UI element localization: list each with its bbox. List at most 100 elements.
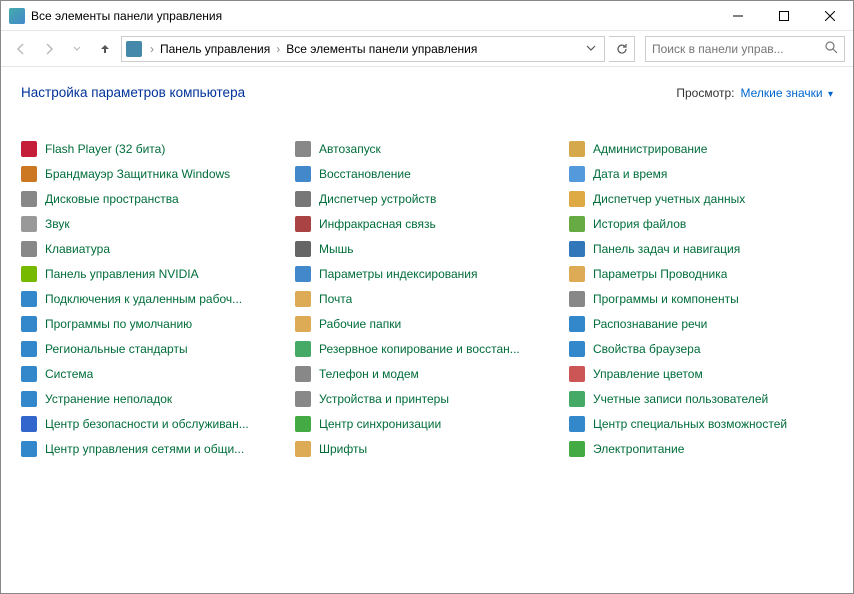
item-label: Центр специальных возможностей — [593, 417, 787, 431]
item-label: Диспетчер устройств — [319, 192, 436, 206]
item-icon — [21, 216, 37, 232]
item-label: Резервное копирование и восстан... — [319, 342, 520, 356]
breadcrumb-1[interactable]: Все элементы панели управления — [284, 42, 479, 56]
control-panel-item[interactable]: Резервное копирование и восстан... — [295, 336, 559, 361]
page-title: Настройка параметров компьютера — [21, 85, 676, 100]
forward-button[interactable] — [37, 37, 61, 61]
item-icon — [569, 391, 585, 407]
item-label: Управление цветом — [593, 367, 703, 381]
search-icon — [825, 41, 838, 57]
item-label: Шрифты — [319, 442, 367, 456]
control-panel-item[interactable]: Панель управления NVIDIA — [21, 261, 285, 286]
item-label: Электропитание — [593, 442, 684, 456]
item-icon — [295, 166, 311, 182]
breadcrumb-sep: › — [146, 42, 158, 56]
control-panel-item[interactable]: Дисковые пространства — [21, 186, 285, 211]
up-button[interactable] — [93, 37, 117, 61]
item-label: Центр управления сетями и общи... — [45, 442, 244, 456]
control-panel-item[interactable]: Flash Player (32 бита) — [21, 136, 285, 161]
control-panel-item[interactable]: Региональные стандарты — [21, 336, 285, 361]
control-panel-item[interactable]: Диспетчер учетных данных — [569, 186, 833, 211]
breadcrumb-0[interactable]: Панель управления — [158, 42, 272, 56]
address-dropdown-icon[interactable] — [582, 42, 600, 56]
item-icon — [21, 191, 37, 207]
control-panel-item[interactable]: Звук — [21, 211, 285, 236]
item-label: Инфракрасная связь — [319, 217, 436, 231]
item-icon — [569, 241, 585, 257]
minimize-button[interactable] — [715, 1, 761, 31]
control-panel-item[interactable]: Программы по умолчанию — [21, 311, 285, 336]
item-icon — [295, 191, 311, 207]
close-button[interactable] — [807, 1, 853, 31]
item-label: Брандмауэр Защитника Windows — [45, 167, 230, 181]
breadcrumb-sep: › — [272, 42, 284, 56]
app-icon — [9, 8, 25, 24]
control-panel-item[interactable]: Автозапуск — [295, 136, 559, 161]
control-panel-item[interactable]: Шрифты — [295, 436, 559, 461]
control-panel-item[interactable]: Устранение неполадок — [21, 386, 285, 411]
control-panel-item[interactable]: Электропитание — [569, 436, 833, 461]
item-icon — [569, 366, 585, 382]
header-row: Настройка параметров компьютера Просмотр… — [21, 85, 833, 100]
item-label: Устранение неполадок — [45, 392, 172, 406]
control-panel-item[interactable]: Центр синхронизации — [295, 411, 559, 436]
item-icon — [569, 266, 585, 282]
chevron-down-icon: ▾ — [828, 89, 833, 100]
control-panel-item[interactable]: Центр специальных возможностей — [569, 411, 833, 436]
item-icon — [569, 141, 585, 157]
item-icon — [569, 316, 585, 332]
control-panel-item[interactable]: Инфракрасная связь — [295, 211, 559, 236]
search-input[interactable] — [652, 42, 825, 56]
control-panel-item[interactable]: Центр безопасности и обслуживан... — [21, 411, 285, 436]
control-panel-icon — [126, 41, 142, 57]
control-panel-item[interactable]: Телефон и модем — [295, 361, 559, 386]
item-icon — [295, 391, 311, 407]
item-label: Параметры Проводника — [593, 267, 727, 281]
control-panel-item[interactable]: Восстановление — [295, 161, 559, 186]
control-panel-item[interactable]: Брандмауэр Защитника Windows — [21, 161, 285, 186]
control-panel-item[interactable]: Свойства браузера — [569, 336, 833, 361]
window-controls — [715, 1, 853, 31]
control-panel-item[interactable]: Учетные записи пользователей — [569, 386, 833, 411]
control-panel-item[interactable]: Параметры индексирования — [295, 261, 559, 286]
control-panel-item[interactable]: Система — [21, 361, 285, 386]
control-panel-item[interactable]: Подключения к удаленным рабоч... — [21, 286, 285, 311]
item-label: Дата и время — [593, 167, 667, 181]
search-box[interactable] — [645, 36, 845, 62]
item-icon — [21, 391, 37, 407]
item-icon — [295, 416, 311, 432]
control-panel-item[interactable]: Управление цветом — [569, 361, 833, 386]
item-label: Распознавание речи — [593, 317, 707, 331]
item-icon — [21, 441, 37, 457]
control-panel-item[interactable]: Параметры Проводника — [569, 261, 833, 286]
item-label: Центр безопасности и обслуживан... — [45, 417, 249, 431]
item-label: Панель управления NVIDIA — [45, 267, 199, 281]
refresh-button[interactable] — [609, 36, 635, 62]
item-label: Восстановление — [319, 167, 411, 181]
control-panel-item[interactable]: Программы и компоненты — [569, 286, 833, 311]
control-panel-item[interactable]: Дата и время — [569, 161, 833, 186]
control-panel-item[interactable]: Рабочие папки — [295, 311, 559, 336]
item-icon — [21, 291, 37, 307]
recent-dropdown[interactable] — [65, 37, 89, 61]
item-icon — [569, 416, 585, 432]
control-panel-item[interactable]: Мышь — [295, 236, 559, 261]
maximize-button[interactable] — [761, 1, 807, 31]
control-panel-item[interactable]: Клавиатура — [21, 236, 285, 261]
control-panel-item[interactable]: История файлов — [569, 211, 833, 236]
control-panel-item[interactable]: Распознавание речи — [569, 311, 833, 336]
item-icon — [295, 141, 311, 157]
control-panel-item[interactable]: Устройства и принтеры — [295, 386, 559, 411]
item-icon — [569, 291, 585, 307]
control-panel-item[interactable]: Диспетчер устройств — [295, 186, 559, 211]
control-panel-item[interactable]: Центр управления сетями и общи... — [21, 436, 285, 461]
item-icon — [21, 366, 37, 382]
view-value-text: Мелкие значки — [741, 86, 823, 100]
control-panel-item[interactable]: Администрирование — [569, 136, 833, 161]
control-panel-item[interactable]: Панель задач и навигация — [569, 236, 833, 261]
address-bar[interactable]: › Панель управления › Все элементы панел… — [121, 36, 605, 62]
view-dropdown[interactable]: Мелкие значки ▾ — [741, 86, 834, 100]
control-panel-item[interactable]: Почта — [295, 286, 559, 311]
item-icon — [21, 241, 37, 257]
back-button[interactable] — [9, 37, 33, 61]
